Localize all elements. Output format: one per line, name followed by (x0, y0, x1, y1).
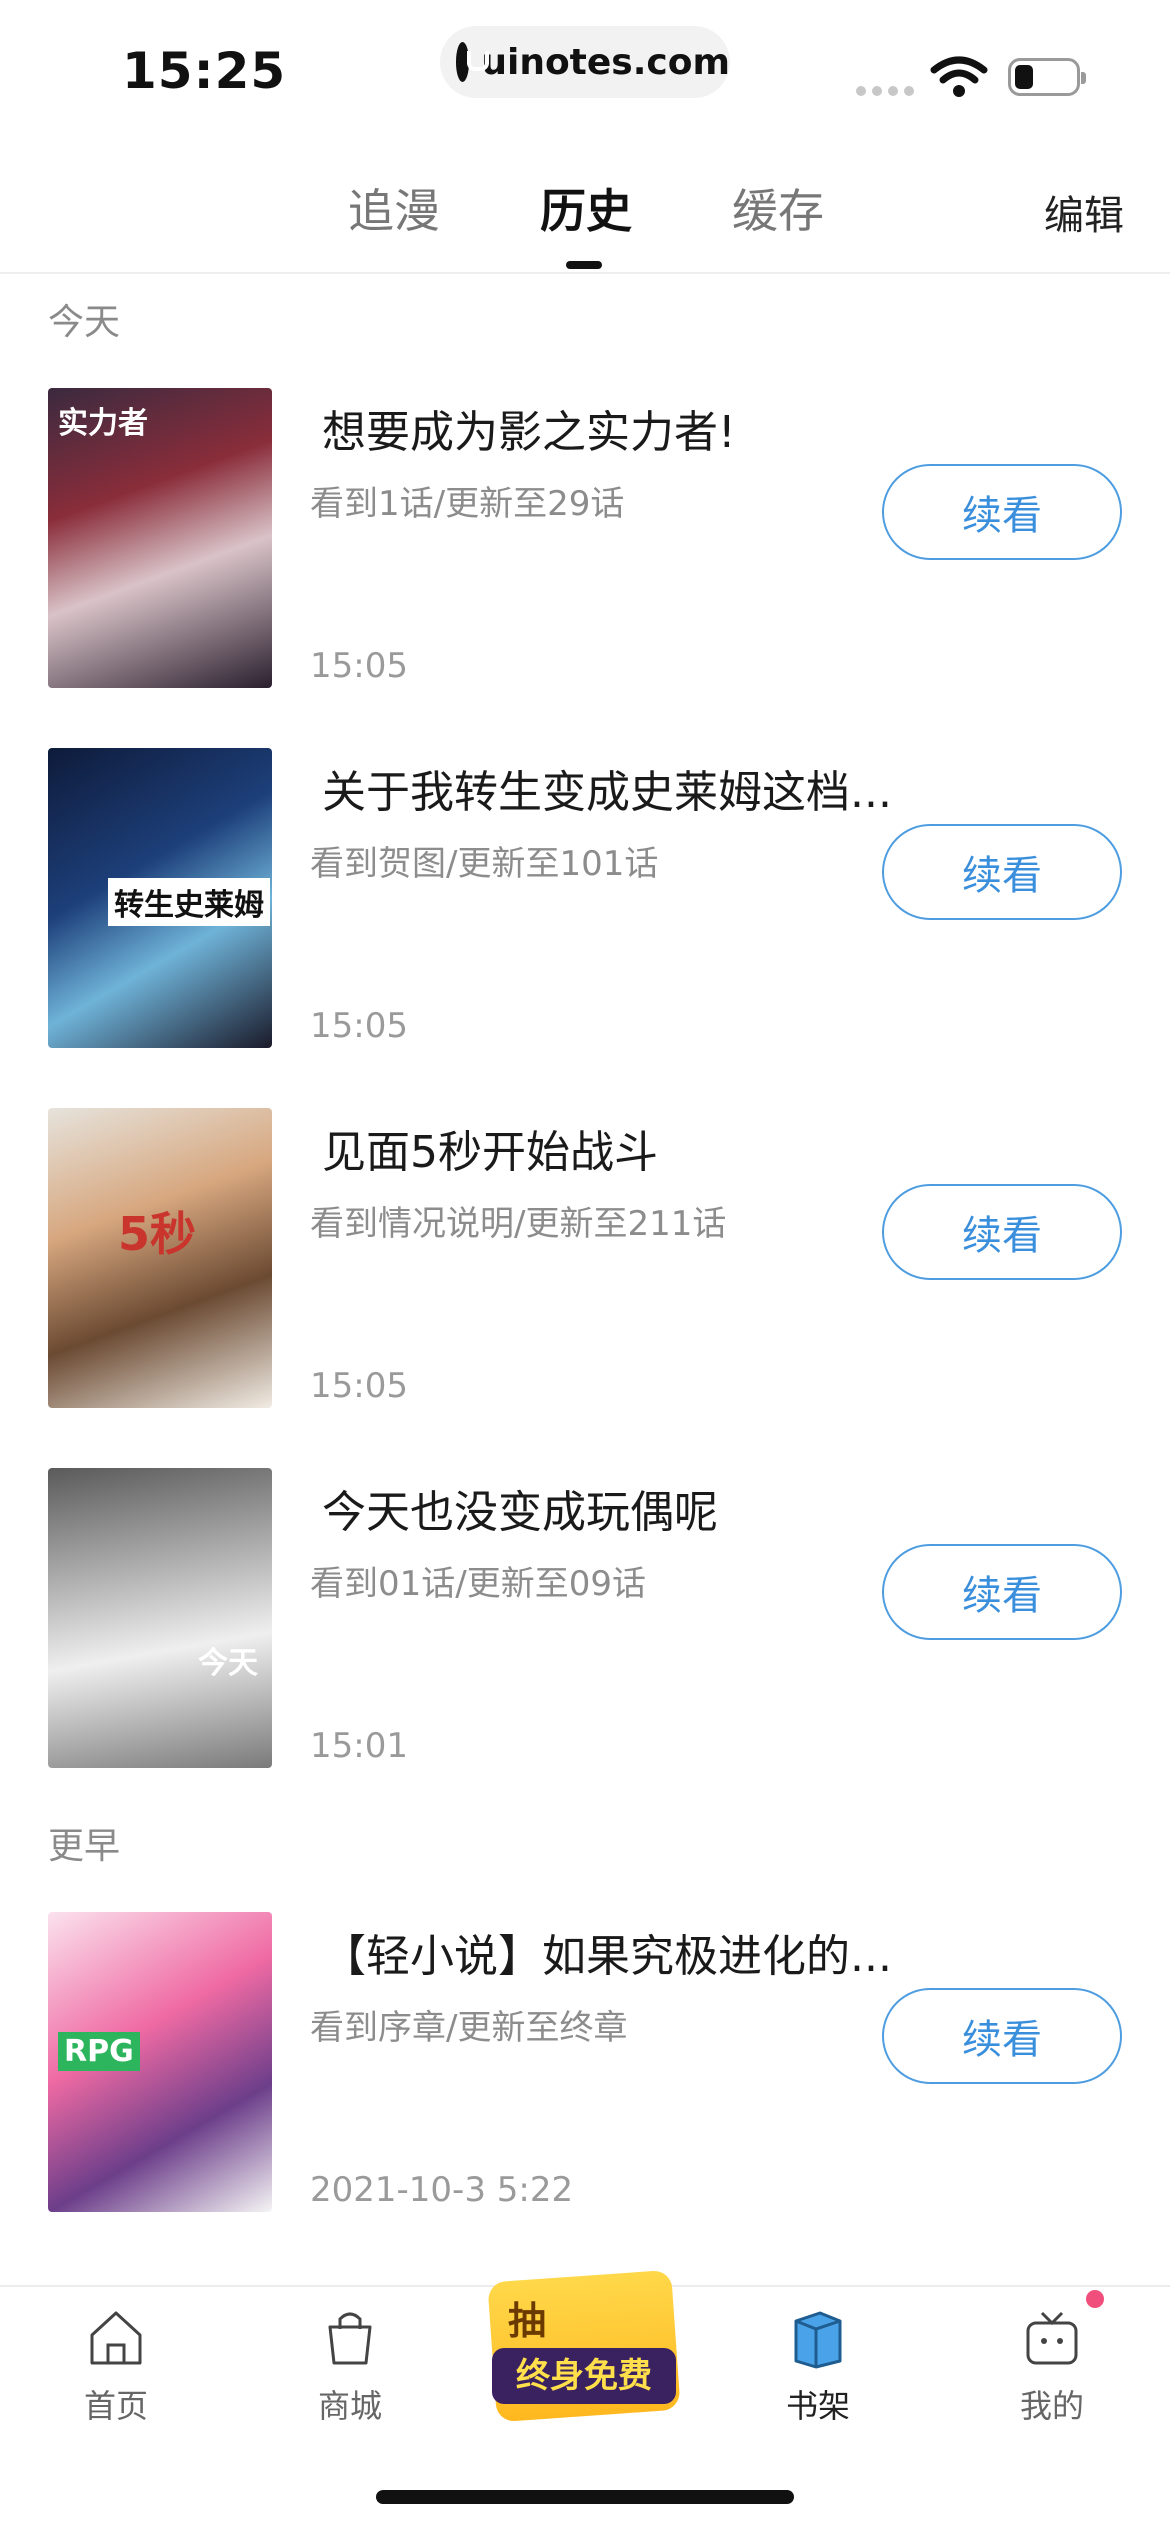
nav-home-label: 首页 (83, 2387, 148, 2425)
comic-title: 关于我转生变成史莱姆这档... (322, 767, 892, 818)
notification-dot (1086, 2290, 1104, 2308)
section-label-earlier: 更早 (48, 1826, 121, 1867)
history-item[interactable]: 实力者 想要成为影之实力者! 看到1话/更新至29话 15:05 续看 (0, 388, 1170, 688)
promo-banner[interactable]: 抽 终身免费 (487, 2246, 681, 2423)
home-icon (90, 2311, 142, 2365)
nav-store[interactable]: 商城 (280, 2305, 420, 2427)
active-tab-indicator (566, 261, 602, 269)
history-item[interactable]: 今天 今天也没变成玩偶呢 看到01话/更新至09话 15:01 续看 (0, 1468, 1170, 1768)
profile-tv-icon (1026, 2311, 1078, 2365)
reading-progress: 看到序章/更新至终章 (310, 2008, 628, 2048)
nav-bookshelf[interactable]: 书架 (748, 2305, 888, 2427)
last-read-time: 15:05 (310, 646, 408, 686)
comic-cover[interactable]: 实力者 (48, 388, 272, 688)
reading-progress: 看到贺图/更新至101话 (310, 844, 659, 884)
continue-reading-button[interactable]: 续看 (882, 824, 1122, 920)
url-text: uinotes.com (481, 41, 730, 83)
comic-cover[interactable]: 转生史莱姆 (48, 748, 272, 1048)
home-indicator (376, 2490, 794, 2504)
comic-title: 见面5秒开始战斗 (322, 1127, 658, 1178)
reading-progress: 看到1话/更新至29话 (310, 484, 625, 524)
comic-cover[interactable]: 今天 (48, 1468, 272, 1768)
continue-reading-button[interactable]: 续看 (882, 1988, 1122, 2084)
last-read-time: 15:01 (310, 1726, 408, 1766)
tab-follow[interactable]: 追漫 (348, 175, 440, 241)
header-divider (0, 272, 1170, 274)
url-pill[interactable]: uinotes.com (440, 26, 730, 98)
continue-reading-button[interactable]: 续看 (882, 1544, 1122, 1640)
section-label-today: 今天 (48, 302, 121, 343)
top-tabs: 追漫 历史 缓存 编辑 (0, 165, 1170, 275)
history-item[interactable]: RPG 【轻小说】如果究极进化的... 看到序章/更新至终章 2021-10-3… (0, 1912, 1170, 2212)
reading-progress: 看到01话/更新至09话 (310, 1564, 646, 1604)
continue-reading-button[interactable]: 续看 (882, 1184, 1122, 1280)
tab-history[interactable]: 历史 (540, 175, 632, 241)
nav-store-label: 商城 (317, 2387, 382, 2425)
nav-bookshelf-label: 书架 (785, 2387, 850, 2425)
reading-progress: 看到情况说明/更新至211话 (310, 1204, 727, 1244)
wifi-icon (930, 56, 988, 97)
comic-cover[interactable]: RPG (48, 1912, 272, 2212)
tab-cache[interactable]: 缓存 (732, 175, 824, 241)
comic-title: 想要成为影之实力者! (322, 407, 736, 458)
continue-reading-button[interactable]: 续看 (882, 464, 1122, 560)
comic-cover[interactable]: 5秒 (48, 1108, 272, 1408)
history-item[interactable]: 5秒 见面5秒开始战斗 看到情况说明/更新至211话 15:05 续看 (0, 1108, 1170, 1408)
last-read-time: 2021-10-3 5:22 (310, 2170, 574, 2210)
edit-button[interactable]: 编辑 (1044, 183, 1124, 241)
promo-title: 终身免费 (492, 2348, 676, 2404)
battery-icon (1008, 58, 1086, 96)
nav-me-label: 我的 (1019, 2387, 1084, 2425)
last-read-time: 15:05 (310, 1006, 408, 1046)
status-bar: 15:25 uinotes.com (0, 0, 1170, 130)
history-item[interactable]: 转生史莱姆 关于我转生变成史莱姆这档... 看到贺图/更新至101话 15:05… (0, 748, 1170, 1048)
status-time: 15:25 (122, 42, 287, 100)
nav-me[interactable]: 我的 (982, 2305, 1122, 2427)
comic-title: 【轻小说】如果究极进化的... (322, 1931, 892, 1982)
bookshelf-icon (794, 2311, 842, 2369)
site-logo-icon (456, 42, 490, 82)
nav-home[interactable]: 首页 (46, 2305, 186, 2427)
promo-subtitle: 抽 (508, 2299, 547, 2343)
cellular-signal-icon (856, 86, 914, 96)
last-read-time: 15:05 (310, 1366, 408, 1406)
shopping-bag-icon (328, 2312, 372, 2365)
comic-title: 今天也没变成玩偶呢 (322, 1487, 718, 1538)
